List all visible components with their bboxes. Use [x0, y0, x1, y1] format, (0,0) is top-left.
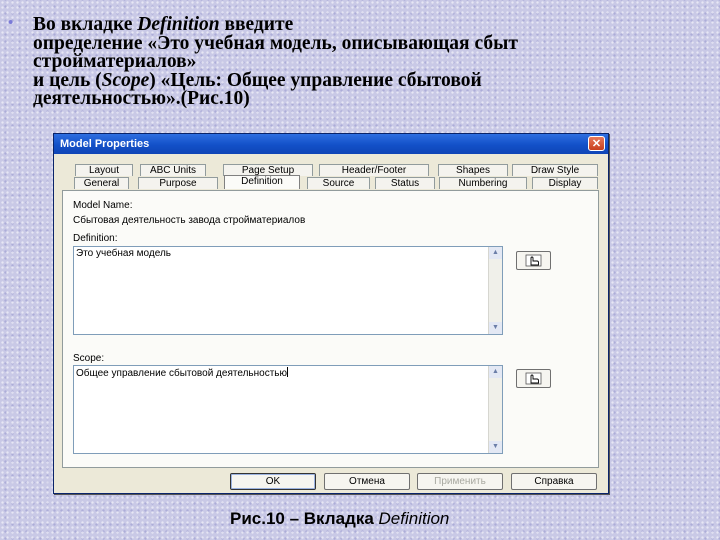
definition-scrollbar[interactable]: ▲ ▼ — [488, 247, 502, 334]
dialog-titlebar[interactable]: Model Properties ✕ — [54, 134, 608, 154]
tab-header-footer[interactable]: Header/Footer — [319, 164, 429, 176]
definition-label: Definition: — [73, 233, 118, 244]
scope-text: Общее управление сбытовой деятельностью — [76, 368, 287, 379]
scope-textarea[interactable]: Общее управление сбытовой деятельностью … — [73, 365, 503, 454]
scope-scrollbar[interactable]: ▲ ▼ — [488, 366, 502, 453]
definition-lookup-button[interactable] — [516, 251, 551, 270]
tab-purpose[interactable]: Purpose — [138, 177, 218, 189]
tab-shapes[interactable]: Shapes — [438, 164, 508, 176]
cancel-button[interactable]: Отмена — [324, 473, 410, 490]
help-button[interactable]: Справка — [511, 473, 597, 490]
caption-text: Рис.10 – Вкладка — [230, 509, 379, 528]
instruction-italic-term: Definition — [137, 14, 220, 35]
text-caret — [287, 367, 288, 377]
tab-general[interactable]: General — [74, 177, 129, 189]
instruction-text-part: Во вкладке — [33, 14, 138, 35]
instruction-text-part: введите — [219, 14, 294, 35]
definition-tab-panel: Model Name: Сбытовая деятельность завода… — [62, 190, 599, 468]
dialog-title: Model Properties — [60, 138, 150, 150]
scroll-down-icon[interactable]: ▼ — [489, 322, 502, 334]
caption-italic-term: Definition — [378, 509, 450, 528]
slide-instruction-text: • Во вкладке Definition введите определе… — [8, 14, 708, 109]
hand-pointer-icon — [525, 372, 542, 385]
close-icon: ✕ — [591, 138, 602, 150]
ok-button[interactable]: OK — [230, 473, 316, 490]
tab-source[interactable]: Source — [307, 177, 370, 189]
tab-abc-units[interactable]: ABC Units — [140, 164, 206, 176]
definition-text: Это учебная модель — [76, 248, 171, 259]
model-name-value: Сбытовая деятельность завода стройматери… — [73, 215, 306, 226]
definition-textarea[interactable]: Это учебная модель ▲ ▼ — [73, 246, 503, 335]
tab-layout[interactable]: Layout — [75, 164, 133, 176]
scope-lookup-button[interactable] — [516, 369, 551, 388]
scroll-down-icon[interactable]: ▼ — [489, 441, 502, 453]
tab-status[interactable]: Status — [375, 177, 435, 189]
model-properties-dialog: Model Properties ✕ Layout ABC Units Page… — [53, 133, 609, 494]
tab-draw-style[interactable]: Draw Style — [512, 164, 598, 176]
tab-display[interactable]: Display — [532, 177, 598, 189]
apply-button[interactable]: Применить — [417, 473, 503, 490]
scroll-up-icon[interactable]: ▲ — [489, 366, 502, 378]
instruction-line-1: Во вкладке Definition введите — [8, 14, 708, 35]
close-button[interactable]: ✕ — [588, 136, 605, 151]
hand-pointer-icon — [525, 254, 542, 267]
model-name-label: Model Name: — [73, 200, 133, 211]
instruction-line-5: деятельностью».(Рис.10) — [33, 88, 250, 109]
tab-definition[interactable]: Definition — [224, 175, 300, 189]
scope-label: Scope: — [73, 353, 105, 364]
scroll-up-icon[interactable]: ▲ — [489, 247, 502, 259]
tab-numbering[interactable]: Numbering — [439, 177, 527, 189]
figure-caption: Рис.10 – Вкладка Definition — [230, 509, 449, 529]
bullet-icon: • — [8, 15, 14, 31]
